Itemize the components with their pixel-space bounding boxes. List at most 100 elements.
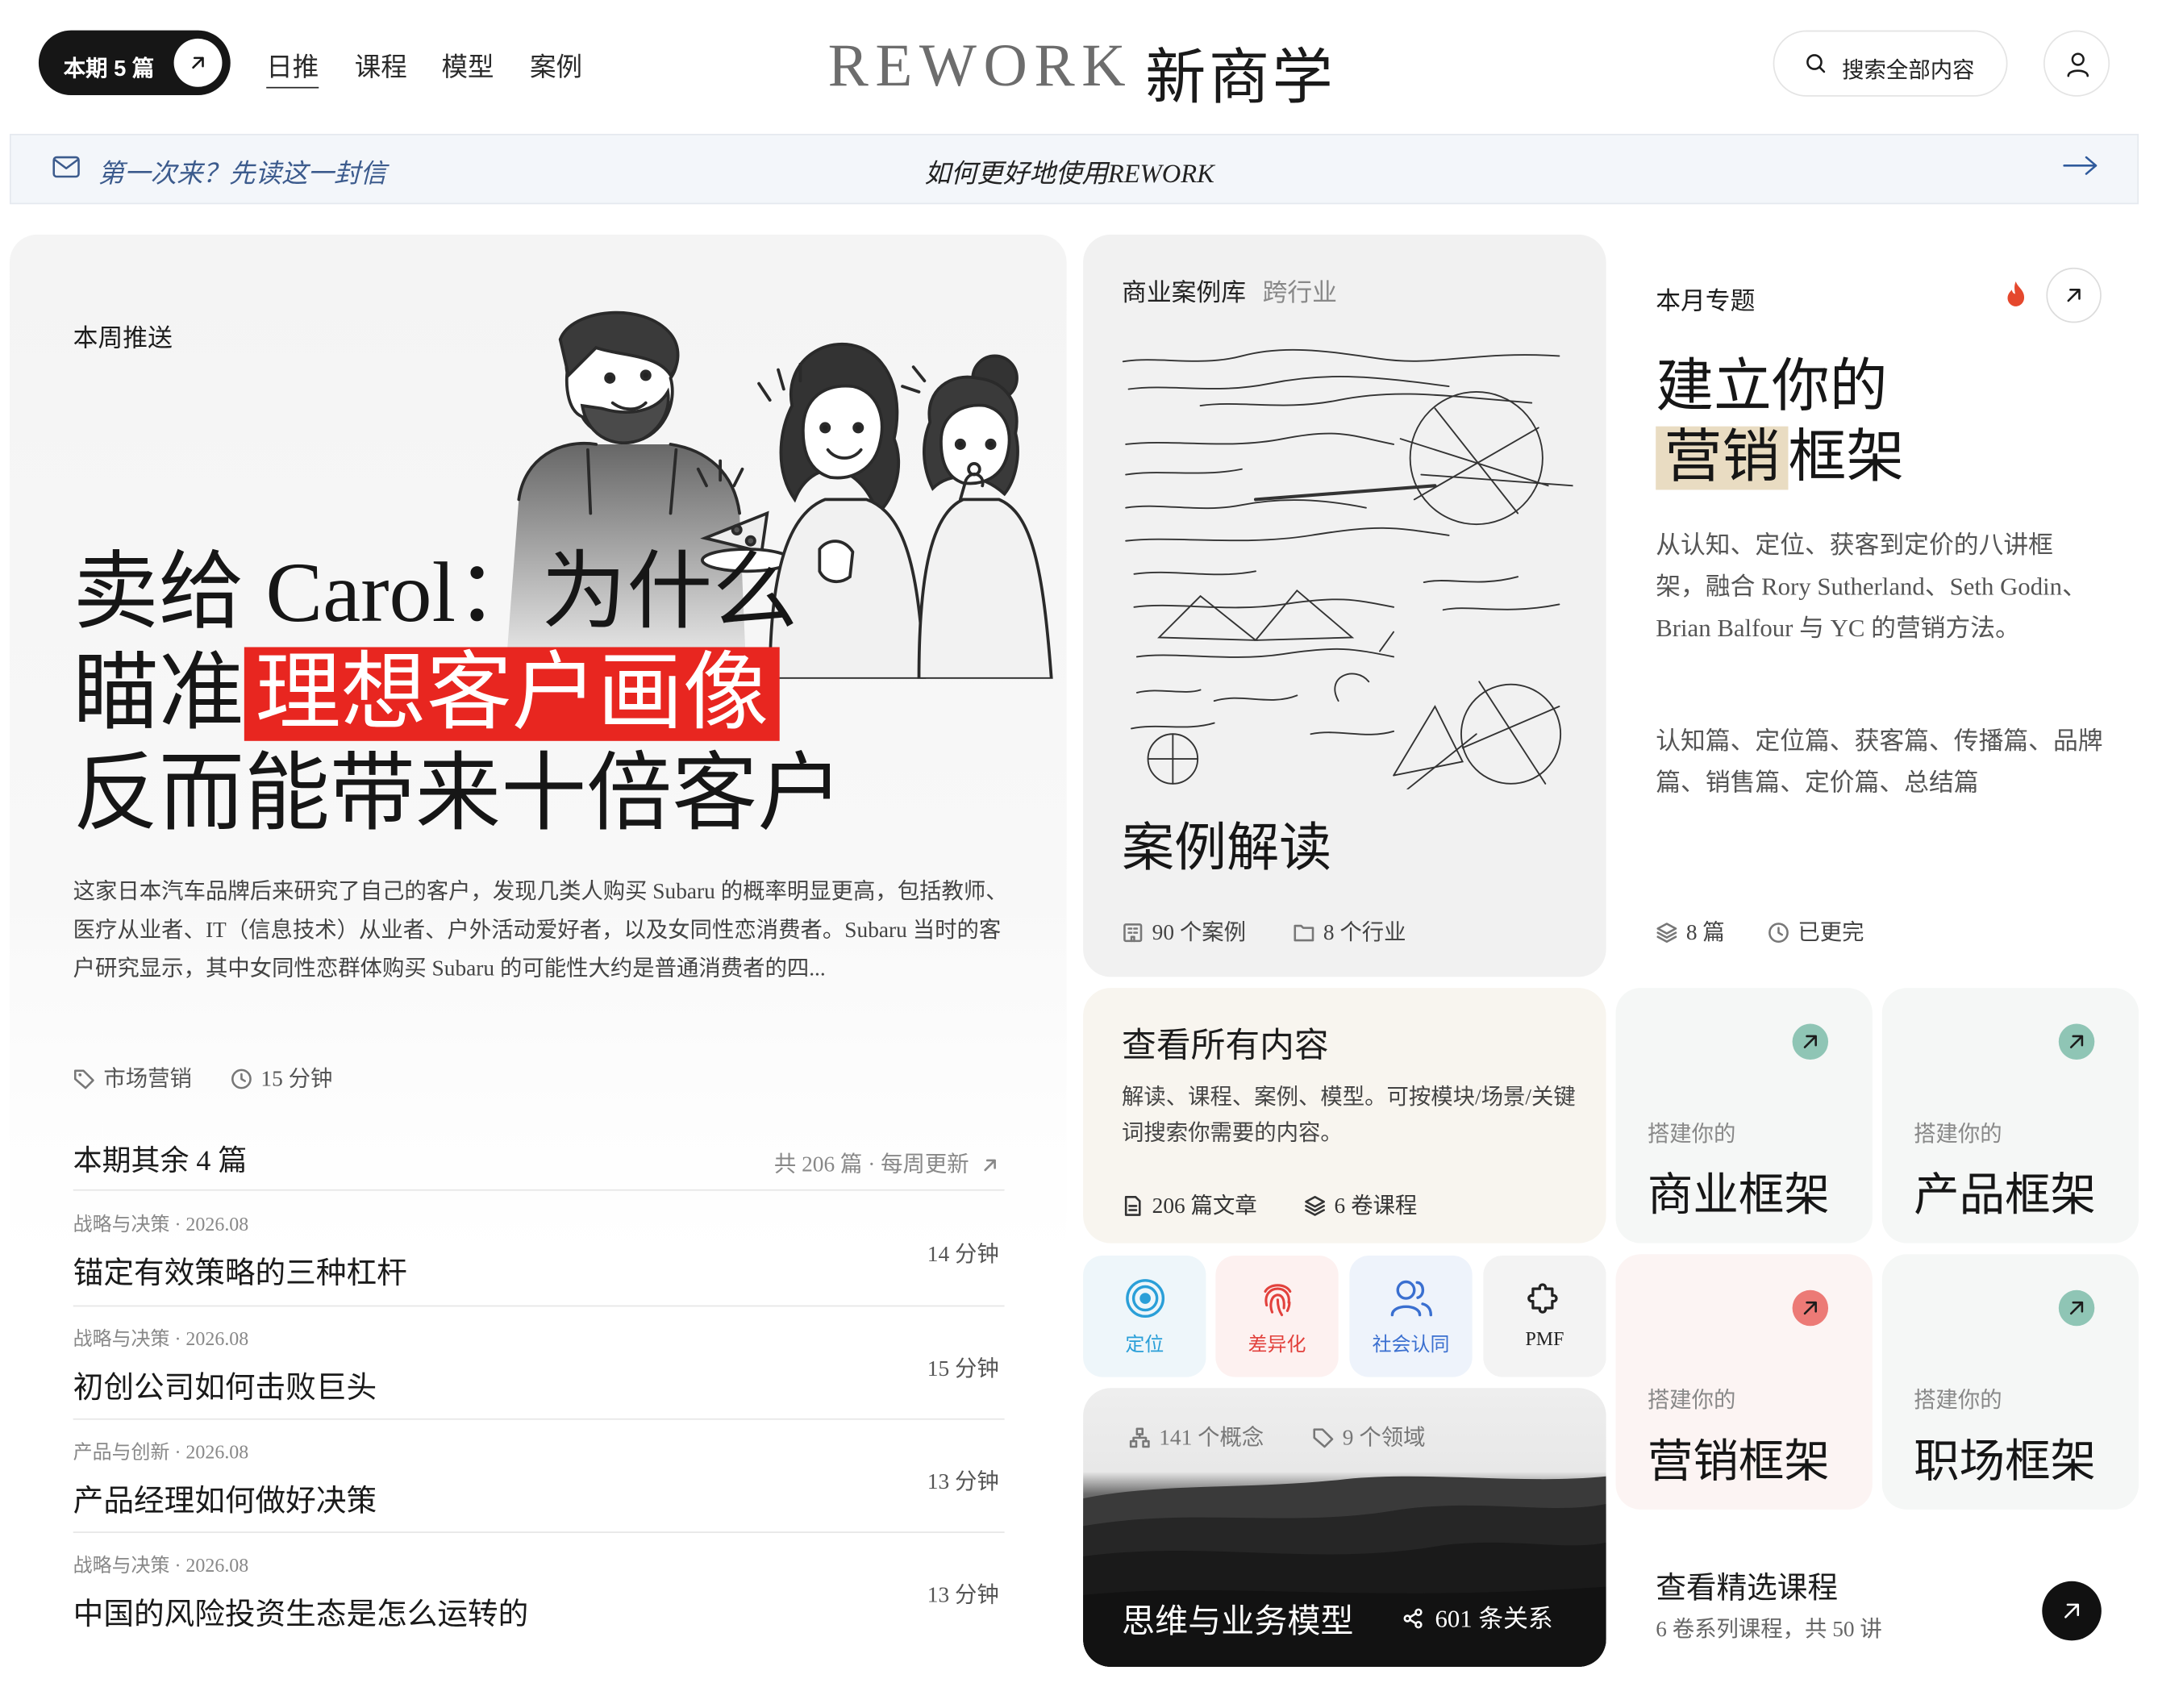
industry-count-label: 8 个行业 bbox=[1323, 921, 1406, 946]
nav-item-cases[interactable]: 案例 bbox=[530, 47, 582, 84]
brand-logo-chinese[interactable]: 新商学 bbox=[1145, 27, 1335, 116]
article-minutes: 13 分钟 bbox=[927, 1470, 999, 1495]
arrow-up-right-icon bbox=[1792, 1023, 1829, 1060]
case-count-label: 90 个案例 bbox=[1152, 921, 1247, 946]
article-category: 战略与决策 · 2026.08 bbox=[73, 1330, 249, 1352]
tag-icon bbox=[1313, 1428, 1334, 1448]
framework-prefix: 搭建你的 bbox=[1647, 1389, 1736, 1414]
arrow-up-right-icon bbox=[2064, 1603, 2080, 1618]
divider bbox=[73, 1305, 1005, 1307]
case-count: 90 个案例 bbox=[1122, 914, 1246, 947]
tag-icon bbox=[73, 1069, 94, 1089]
nav-item-daily[interactable]: 日推 bbox=[266, 47, 319, 89]
case-library-card[interactable]: 商业案例库 跨行业 案例解读 90 个案例 8 个行业 bbox=[1083, 234, 1606, 977]
arrow-right-icon[interactable] bbox=[2063, 155, 2098, 177]
mail-icon bbox=[52, 156, 80, 178]
topic-status: 已更完 bbox=[1768, 914, 1864, 947]
first-visit-link[interactable]: 第一次来？先读这一封信 bbox=[98, 153, 386, 190]
topic-status-label: 已更完 bbox=[1798, 921, 1864, 946]
framework-name: 产品框架 bbox=[1914, 1171, 2097, 1222]
article-title[interactable]: 锚定有效策略的三种杠杆 bbox=[73, 1248, 407, 1293]
relation-count-label: 601 条关系 bbox=[1435, 1604, 1553, 1633]
topic-title-highlight: 营销 bbox=[1656, 426, 1789, 490]
user-account-button[interactable] bbox=[2043, 30, 2110, 97]
network-icon bbox=[1129, 1427, 1150, 1448]
tag-tile-social-proof[interactable]: 社会认同 bbox=[1349, 1256, 1473, 1377]
arrow-up-right-icon bbox=[2067, 289, 2081, 302]
tag-tile-pmf[interactable]: PMF bbox=[1483, 1256, 1606, 1377]
clock-icon bbox=[1768, 923, 1789, 944]
article-count: 206 篇文章 bbox=[1122, 1186, 1257, 1219]
article-title[interactable]: 中国的风险投资生态是怎么运转的 bbox=[73, 1589, 529, 1634]
user-icon bbox=[2067, 52, 2089, 77]
tag-label: 社会认同 bbox=[1372, 1335, 1450, 1356]
issue-badge-label: 本期 5 篇 bbox=[63, 57, 155, 81]
issue-badge-button[interactable]: 本期 5 篇 bbox=[38, 30, 231, 96]
nav-item-models[interactable]: 模型 bbox=[442, 47, 494, 84]
topic-open-button[interactable] bbox=[2046, 267, 2102, 323]
featured-courses-title[interactable]: 查看精选课程 bbox=[1656, 1564, 1838, 1608]
all-articles-link[interactable]: 共 206 篇 · 每周更新 bbox=[774, 1145, 998, 1178]
concept-count: 141 个概念 bbox=[1129, 1418, 1264, 1452]
monthly-topic-label: 本月专题 bbox=[1656, 286, 1756, 315]
article-category: 战略与决策 · 2026.08 bbox=[73, 1556, 249, 1577]
framework-card-business[interactable]: 搭建你的 商业框架 bbox=[1615, 988, 1873, 1244]
rest-articles-heading: 本期其余 4 篇 bbox=[73, 1144, 248, 1177]
all-content-card[interactable]: 查看所有内容 解读、课程、案例、模型。可按模块/场景/关键词搜索你需要的内容。 … bbox=[1083, 988, 1606, 1244]
search-icon bbox=[1806, 54, 1826, 73]
monthly-topic-title[interactable]: 建立你的 营销 框架 bbox=[1656, 353, 1904, 494]
framework-card-career[interactable]: 搭建你的 职场框架 bbox=[1881, 1254, 2139, 1510]
article-category: 产品与创新 · 2026.08 bbox=[73, 1443, 249, 1464]
feature-read-time: 15 分钟 bbox=[231, 1060, 333, 1093]
feature-tag[interactable]: 市场营销 bbox=[73, 1060, 192, 1093]
feature-read-time-label: 15 分钟 bbox=[260, 1068, 333, 1092]
domain-count: 9 个领域 bbox=[1312, 1418, 1425, 1452]
feature-title-line-2: 瞄准 bbox=[73, 647, 244, 741]
math-sketch-image bbox=[1122, 348, 1573, 789]
arrow-up-right-icon bbox=[173, 38, 223, 87]
weekly-label: 本周推送 bbox=[73, 324, 173, 352]
featured-courses-button[interactable] bbox=[2042, 1581, 2102, 1641]
arrow-up-right-icon bbox=[2058, 1023, 2095, 1060]
all-content-description: 解读、课程、案例、模型。可按模块/场景/关键词搜索你需要的内容。 bbox=[1122, 1085, 1576, 1146]
feature-title[interactable]: 卖给 Carol：为什么 瞄准 理想客户画像 反而能带来十倍客户 bbox=[73, 544, 844, 846]
tag-label: 定位 bbox=[1125, 1335, 1164, 1356]
topic-chapters: 认知篇、定位篇、获客篇、传播篇、品牌篇、销售篇、定价篇、总结篇 bbox=[1656, 727, 2103, 797]
topic-title-rest: 框架 bbox=[1788, 426, 1905, 490]
article-category: 战略与决策 · 2026.08 bbox=[73, 1215, 249, 1237]
topic-description: 从认知、定位、获客到定价的八讲框架，融合 Rory Sutherland、Set… bbox=[1656, 531, 2087, 642]
domain-count-label: 9 个领域 bbox=[1342, 1427, 1426, 1451]
feature-title-line-1: 卖给 Carol：为什么 bbox=[73, 546, 798, 640]
models-card[interactable]: 141 个概念 9 个领域 思维与业务模型 601 条关系 bbox=[1083, 1388, 1606, 1667]
arrow-up-right-icon bbox=[1792, 1289, 1829, 1327]
divider bbox=[73, 1531, 1005, 1533]
article-title[interactable]: 产品经理如何做好决策 bbox=[73, 1477, 377, 1521]
topic-title-line-1: 建立你的 bbox=[1656, 356, 1888, 420]
banner-center-text: 如何更好地使用REWORK bbox=[924, 160, 1214, 190]
concept-count-label: 141 个概念 bbox=[1159, 1427, 1264, 1451]
nav-item-courses[interactable]: 课程 bbox=[355, 47, 407, 84]
framework-card-product[interactable]: 搭建你的 产品框架 bbox=[1881, 988, 2139, 1244]
article-minutes: 15 分钟 bbox=[927, 1357, 999, 1381]
tag-tile-positioning[interactable]: 定位 bbox=[1083, 1256, 1206, 1377]
users-icon bbox=[1389, 1280, 1432, 1317]
case-library-sub-label: 跨行业 bbox=[1262, 278, 1337, 306]
feature-description: 这家日本汽车品牌后来研究了自己的客户，发现几类人购买 Subaru 的概率明显更… bbox=[73, 880, 1008, 981]
welcome-banner[interactable]: 第一次来？先读这一封信 如何更好地使用REWORK bbox=[9, 133, 2139, 205]
article-title[interactable]: 初创公司如何击败巨头 bbox=[73, 1363, 377, 1407]
tag-tile-differentiation[interactable]: 差异化 bbox=[1215, 1256, 1339, 1377]
case-library-label: 商业案例库 跨行业 bbox=[1122, 273, 1337, 309]
article-minutes: 14 分钟 bbox=[927, 1243, 999, 1267]
brand-logo-latin[interactable]: REWORK bbox=[828, 31, 1133, 101]
document-icon bbox=[1124, 1196, 1141, 1216]
models-title: 思维与业务模型 bbox=[1122, 1604, 1354, 1641]
framework-card-marketing[interactable]: 搭建你的 营销框架 bbox=[1615, 1254, 1873, 1510]
framework-prefix: 搭建你的 bbox=[1914, 1389, 2002, 1414]
tag-label: PMF bbox=[1525, 1330, 1564, 1352]
framework-prefix: 搭建你的 bbox=[1914, 1123, 2002, 1147]
all-articles-label: 共 206 篇 · 每周更新 bbox=[773, 1153, 969, 1177]
relation-count: 601 条关系 bbox=[1402, 1599, 1553, 1635]
target-icon bbox=[1125, 1279, 1164, 1318]
search-button[interactable]: 搜索全部内容 bbox=[1773, 30, 2008, 97]
article-count-label: 206 篇文章 bbox=[1152, 1194, 1257, 1219]
